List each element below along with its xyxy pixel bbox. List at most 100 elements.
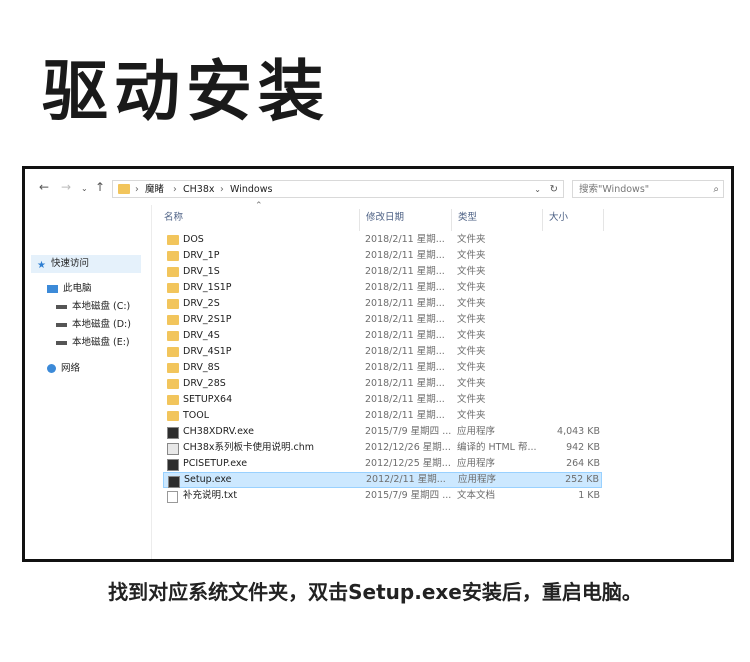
file-row[interactable]: DRV_2S 2018/2/11 星期... 文件夹	[163, 296, 602, 312]
sidebar-item-network[interactable]: 网络	[47, 362, 80, 376]
file-name: PCISETUP.exe	[183, 458, 248, 469]
help-file-icon	[167, 443, 179, 455]
breadcrumb-item[interactable]: 魔睹	[145, 181, 164, 199]
file-type: 文件夹	[457, 362, 486, 373]
file-row[interactable]: CH38x系列板卡使用说明.chm 2012/12/26 星期... 编译的 HTM…	[163, 440, 602, 456]
file-row[interactable]: DOS 2018/2/11 星期... 文件夹	[163, 232, 602, 248]
drive-icon	[56, 304, 67, 309]
file-name: DRV_2S1P	[183, 314, 232, 325]
exe-icon	[168, 476, 180, 488]
network-icon	[47, 364, 56, 373]
sidebar-item-drive-e[interactable]: 本地磁盘 (E:)	[56, 336, 130, 350]
file-name: DRV_8S	[183, 362, 220, 373]
file-type: 文本文档	[457, 490, 496, 501]
forward-arrow-icon[interactable]: →	[61, 179, 71, 195]
star-icon: ★	[37, 260, 46, 271]
sidebar-item-this-pc[interactable]: 此电脑	[47, 282, 92, 296]
breadcrumb-item[interactable]: CH38x	[183, 181, 215, 199]
file-date: 2012/12/25 星期...	[365, 458, 451, 469]
file-row[interactable]: SETUPX64 2018/2/11 星期... 文件夹	[163, 392, 602, 408]
sidebar-item-drive-c[interactable]: 本地磁盘 (C:)	[56, 300, 130, 314]
file-type: 文件夹	[457, 314, 486, 325]
back-arrow-icon[interactable]: ←	[39, 179, 49, 195]
file-type: 文件夹	[457, 346, 486, 357]
file-row[interactable]: DRV_1S 2018/2/11 星期... 文件夹	[163, 264, 602, 280]
file-size: 264 KB	[566, 458, 600, 469]
file-type: 文件夹	[457, 394, 486, 405]
folder-icon	[118, 184, 130, 194]
file-row[interactable]: PCISETUP.exe 2012/12/25 星期... 应用程序 264 KB	[163, 456, 602, 472]
column-divider[interactable]	[542, 209, 543, 231]
drive-icon	[56, 322, 67, 327]
file-row[interactable]: TOOL 2018/2/11 星期... 文件夹	[163, 408, 602, 424]
file-row[interactable]: DRV_1S1P 2018/2/11 星期... 文件夹	[163, 280, 602, 296]
file-type: 应用程序	[457, 458, 496, 469]
recent-locations-chevron-icon[interactable]: ⌄	[81, 181, 88, 197]
file-name: DRV_1S1P	[183, 282, 232, 293]
navigation-pane: ★ 快速访问 此电脑 本地磁盘 (C:) 本地磁盘 (D:) 本地磁盘 (E:) …	[25, 205, 152, 559]
file-type: 文件夹	[457, 282, 486, 293]
computer-icon	[47, 284, 58, 293]
file-type: 文件夹	[457, 410, 486, 421]
file-date: 2018/2/11 星期...	[365, 346, 445, 357]
file-name: DRV_28S	[183, 378, 226, 389]
file-date: 2015/7/9 星期四 ...	[365, 426, 452, 437]
file-date: 2018/2/11 星期...	[365, 266, 445, 277]
explorer-window: ← → ⌄ ↑ › 魔睹 › CH38x › Windows ⌄ ↻ 搜索"Wi…	[22, 166, 734, 562]
refresh-icon[interactable]: ↻	[550, 181, 558, 199]
search-input[interactable]: 搜索"Windows" ⌕	[572, 180, 724, 198]
file-size: 942 KB	[566, 442, 600, 453]
file-name: 补充说明.txt	[183, 490, 238, 501]
search-icon[interactable]: ⌕	[713, 181, 719, 199]
folder-icon	[167, 395, 179, 405]
file-date: 2018/2/11 星期...	[365, 282, 445, 293]
file-type: 文件夹	[457, 234, 486, 245]
column-header-size[interactable]: 大小	[549, 209, 568, 223]
file-date: 2018/2/11 星期...	[365, 362, 445, 373]
file-name: DRV_4S1P	[183, 346, 232, 357]
file-type: 文件夹	[457, 266, 486, 277]
file-row[interactable]: Setup.exe 2012/2/11 星期... 应用程序 252 KB	[163, 472, 602, 488]
file-name: SETUPX64	[183, 394, 233, 405]
page-title: 驱动安装	[42, 53, 330, 130]
file-row[interactable]: 补充说明.txt 2015/7/9 星期四 ... 文本文档 1 KB	[163, 488, 602, 504]
chevron-right-icon: ›	[173, 184, 177, 195]
file-date: 2018/2/11 星期...	[365, 410, 445, 421]
address-bar[interactable]: › 魔睹 › CH38x › Windows ⌄ ↻	[112, 180, 564, 198]
file-row[interactable]: DRV_1P 2018/2/11 星期... 文件夹	[163, 248, 602, 264]
address-dropdown-icon[interactable]: ⌄	[534, 181, 541, 199]
sidebar-item-drive-d[interactable]: 本地磁盘 (D:)	[56, 318, 131, 332]
folder-icon	[167, 363, 179, 373]
folder-icon	[167, 251, 179, 261]
file-date: 2018/2/11 星期...	[365, 378, 445, 389]
folder-icon	[167, 235, 179, 245]
column-header-date[interactable]: 修改日期	[366, 209, 404, 223]
installer-icon	[167, 427, 179, 439]
instruction-caption: 找到对应系统文件夹，双击Setup.exe安装后，重启电脑。	[108, 580, 642, 604]
file-row[interactable]: DRV_28S 2018/2/11 星期... 文件夹	[163, 376, 602, 392]
sort-ascending-icon: ⌃	[255, 201, 263, 211]
file-row[interactable]: DRV_2S1P 2018/2/11 星期... 文件夹	[163, 312, 602, 328]
file-row[interactable]: CH38XDRV.exe 2015/7/9 星期四 ... 应用程序 4,043 KB	[163, 424, 602, 440]
file-name: DRV_1S	[183, 266, 220, 277]
column-divider[interactable]	[603, 209, 604, 231]
column-divider[interactable]	[451, 209, 452, 231]
file-date: 2018/2/11 星期...	[365, 234, 445, 245]
search-placeholder: 搜索"Windows"	[579, 184, 650, 195]
sidebar-item-quick-access[interactable]: ★ 快速访问	[37, 257, 89, 271]
file-date: 2015/7/9 星期四 ...	[365, 490, 452, 501]
file-type: 文件夹	[457, 330, 486, 341]
file-row[interactable]: DRV_8S 2018/2/11 星期... 文件夹	[163, 360, 602, 376]
file-name: Setup.exe	[184, 474, 232, 485]
file-type: 应用程序	[458, 474, 497, 485]
up-arrow-icon[interactable]: ↑	[95, 179, 105, 195]
column-header-type[interactable]: 类型	[458, 209, 477, 223]
file-name: DOS	[183, 234, 204, 245]
column-divider[interactable]	[359, 209, 360, 231]
file-row[interactable]: DRV_4S1P 2018/2/11 星期... 文件夹	[163, 344, 602, 360]
column-header-name[interactable]: 名称	[164, 209, 183, 223]
breadcrumb-item[interactable]: Windows	[230, 181, 272, 199]
file-row[interactable]: DRV_4S 2018/2/11 星期... 文件夹	[163, 328, 602, 344]
drive-icon	[56, 340, 67, 345]
file-size: 1 KB	[578, 490, 600, 501]
